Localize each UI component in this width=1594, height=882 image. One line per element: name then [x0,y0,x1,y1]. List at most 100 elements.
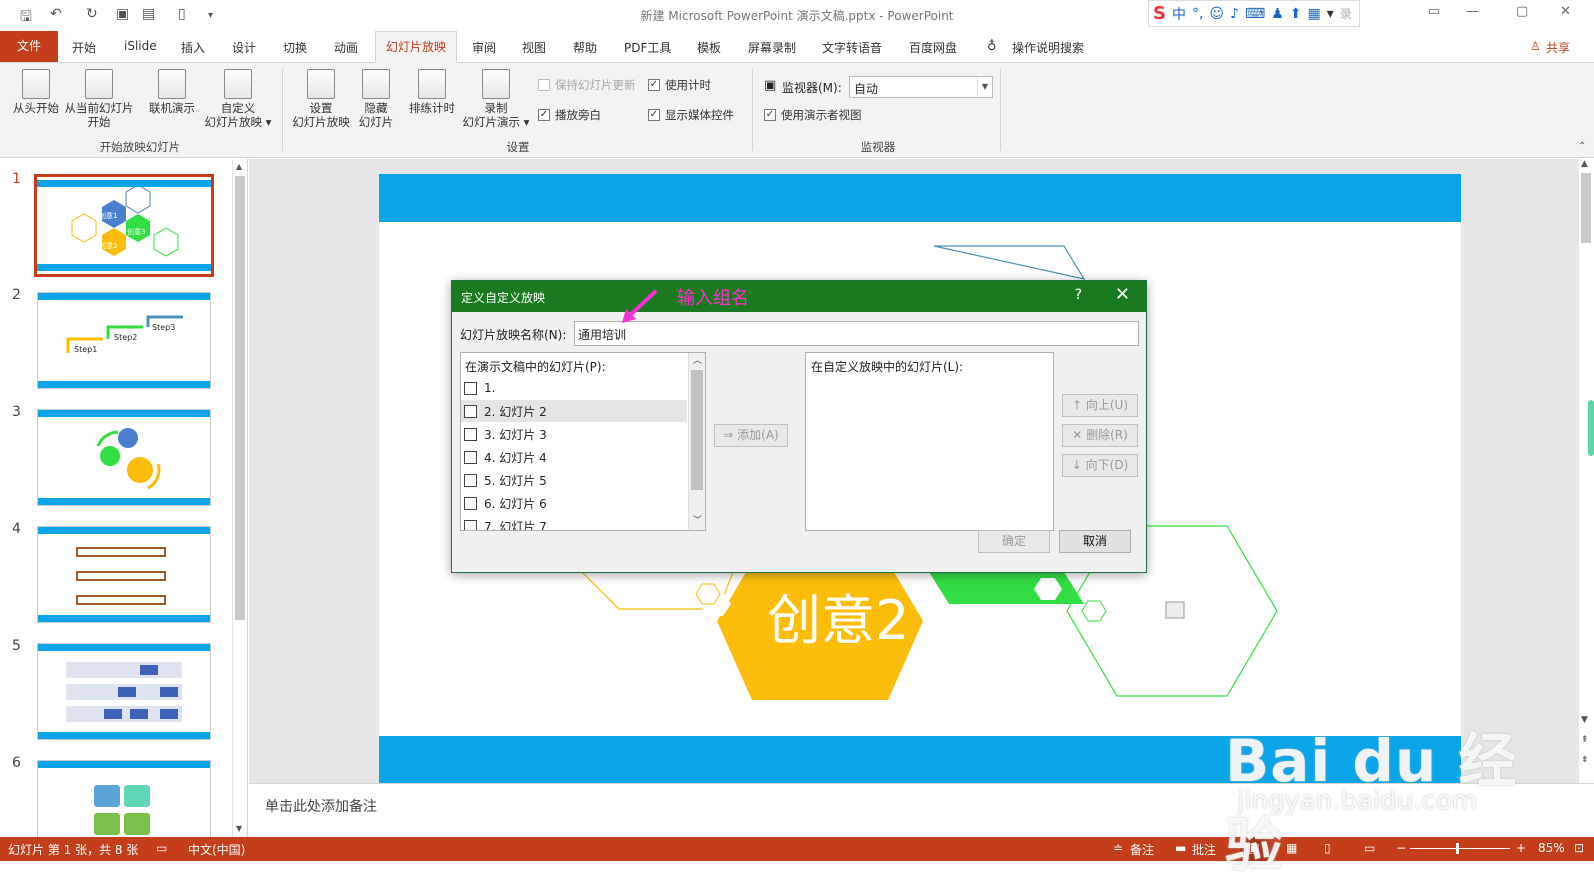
close-icon[interactable]: ✕ [1115,284,1130,305]
scroll-up-icon[interactable]: ︿ [693,353,702,366]
tab-design[interactable]: 设计 [232,39,256,56]
keyboard-icon[interactable]: ⌨ [1245,6,1265,22]
scroll-thumb[interactable] [1581,173,1591,243]
hide-slide-button[interactable]: 隐藏 幻灯片 [356,69,396,129]
zoom-level[interactable]: 85% [1538,841,1565,855]
slide-thumbnail-6[interactable] [37,760,211,837]
list-item[interactable]: 4. 幻灯片 4 [461,446,687,468]
maximize-button[interactable]: ▢ [1516,4,1528,19]
move-up-button[interactable]: ↑ 向上(U) [1062,394,1138,417]
list-item[interactable]: 1. [461,377,687,399]
editor-scrollbar[interactable]: ▲ ▼ ⇞ ⇟ [1579,159,1594,783]
online-present-button[interactable]: 联机演示 [144,69,200,115]
tab-insert[interactable]: 插入 [181,39,205,56]
scroll-up-icon[interactable]: ▲ [1581,159,1588,169]
prev-slide-icon[interactable]: ⇞ [1581,735,1589,745]
notes-button[interactable]: 备注 [1130,841,1154,858]
tab-slideshow[interactable]: 幻灯片放映 [375,31,458,63]
minimize-button[interactable]: — [1466,4,1479,19]
slide-thumbnail-1[interactable]: 创意1 创意3 创意2 [34,174,214,277]
tab-help[interactable]: 帮助 [573,39,597,56]
slide-thumbnail-3[interactable] [37,409,211,506]
from-beginning-button[interactable]: 从头开始 [8,69,64,115]
checkbox-box[interactable] [464,519,477,530]
tab-view[interactable]: 视图 [522,39,546,56]
scroll-down-icon[interactable]: ﹀ [693,513,702,526]
tab-file[interactable]: 文件 [0,31,58,62]
grid-icon[interactable]: ▦ [1307,6,1320,22]
checkbox-box[interactable] [464,427,477,441]
monitor-label: 监视器(M): [782,81,842,95]
rehearse-button[interactable]: 排练计时 [404,69,460,115]
setup-show-button[interactable]: 设置 幻灯片放映 [288,69,354,129]
slide-thumbnail-2[interactable]: Step1 Step2 Step3 [37,292,211,389]
close-button[interactable]: ✕ [1560,4,1571,19]
list-item[interactable]: 7. 幻灯片 7 [461,515,687,530]
scroll-down-icon[interactable]: ▼ [236,824,242,833]
tab-home[interactable]: 开始 [72,39,96,56]
add-button[interactable]: ⇒ 添加(A) [714,424,788,447]
checkbox-box[interactable] [464,450,477,464]
scroll-thumb[interactable] [235,176,245,620]
scroll-up-icon[interactable]: ▲ [236,162,242,171]
ime-toolbar[interactable]: S 中 °, ☺ ♪ ⌨ ♟ ⬆ ▦ ▾ 录 [1148,0,1360,27]
ok-button[interactable]: 确定 [978,530,1050,553]
tab-templates[interactable]: 模板 [697,39,721,56]
side-handle[interactable] [1588,400,1594,456]
ime-language[interactable]: 中 [1172,4,1186,24]
checkbox-box[interactable] [464,404,477,418]
next-slide-icon[interactable]: ⇟ [1581,755,1589,765]
tab-islide[interactable]: iSlide [124,39,157,53]
help-icon[interactable]: ? [1075,287,1082,303]
list-item[interactable]: 3. 幻灯片 3 [461,423,687,445]
record-show-button[interactable]: 录制 幻灯片演示 ▾ [460,69,532,129]
tab-review[interactable]: 审阅 [472,39,496,56]
menu-icon[interactable]: ▾ [1327,6,1334,22]
comments-button[interactable]: 批注 [1192,841,1216,858]
emoji-icon[interactable]: ☺ [1209,6,1224,22]
cancel-button[interactable]: 取消 [1059,530,1131,553]
scroll-down-icon[interactable]: ▼ [1581,715,1588,725]
move-down-button[interactable]: ↓ 向下(D) [1062,454,1138,477]
custom-show-button[interactable]: 自定义 幻灯片放映 ▾ [200,69,276,129]
list-scrollbar[interactable]: ︿ ﹀ [688,353,705,530]
checkbox-box[interactable] [464,496,477,510]
list-item[interactable]: 5. 幻灯片 5 [461,469,687,491]
custom-show-slides-list[interactable]: 在自定义放映中的幻灯片(L): [805,352,1054,531]
show-media-controls-checkbox[interactable]: ✓ 显示媒体控件 [648,107,734,123]
spellcheck-icon[interactable]: ▭ [156,841,167,855]
tab-animations[interactable]: 动画 [334,39,358,56]
tab-transitions[interactable]: 切换 [283,39,307,56]
presenter-view-checkbox[interactable]: ✓ 使用演示者视图 [764,107,862,123]
user-icon[interactable]: ♟ [1271,6,1284,22]
scroll-thumb[interactable] [691,370,703,490]
use-timings-checkbox[interactable]: ✓ 使用计时 [648,77,711,93]
from-current-button[interactable]: 从当前幻灯片 开始 [62,69,136,129]
punctuation-icon[interactable]: °, [1192,6,1203,22]
tell-me-search[interactable]: 操作说明搜索 [1012,39,1084,56]
checkbox-box[interactable] [464,381,477,395]
share-icon[interactable]: ♙ [1530,39,1541,53]
share-button[interactable]: 共享 [1546,39,1570,56]
language-indicator[interactable]: 中文(中国) [188,841,245,858]
play-narration-checkbox[interactable]: ✓ 播放旁白 [538,107,601,123]
slide-thumbnail-5[interactable] [37,643,211,740]
slide-thumbnail-4[interactable] [37,526,211,623]
monitor-select[interactable]: 自动 ▼ [849,76,993,98]
presentation-slides-list[interactable]: 在演示文稿中的幻灯片(P): 1. 2. 幻灯片 2 3. 幻灯片 3 4. 幻… [460,352,706,531]
collapse-ribbon-icon[interactable]: ⌃ [1578,141,1586,152]
list-item[interactable]: 2. 幻灯片 2 [461,400,687,422]
tab-screen-record[interactable]: 屏幕录制 [748,39,796,56]
skin-icon[interactable]: ⬆ [1290,6,1302,22]
delete-button[interactable]: ✕ 删除(R) [1062,424,1138,447]
thumbnail-scrollbar[interactable]: ▲ ▼ [232,160,247,837]
dialog-title-bar[interactable]: 定义自定义放映 输入组名 ? ✕ [452,281,1146,312]
checkbox-box[interactable] [464,473,477,487]
tab-baidu-disk[interactable]: 百度网盘 [909,39,957,56]
ribbon-display-icon[interactable]: ▭ [1428,4,1440,19]
fit-slide-icon[interactable]: ⊡ [1574,841,1584,855]
tab-pdf-tools[interactable]: PDF工具 [624,39,671,56]
mic-icon[interactable]: ♪ [1230,6,1239,22]
list-item[interactable]: 6. 幻灯片 6 [461,492,687,514]
tab-text-to-speech[interactable]: 文字转语音 [822,39,882,56]
